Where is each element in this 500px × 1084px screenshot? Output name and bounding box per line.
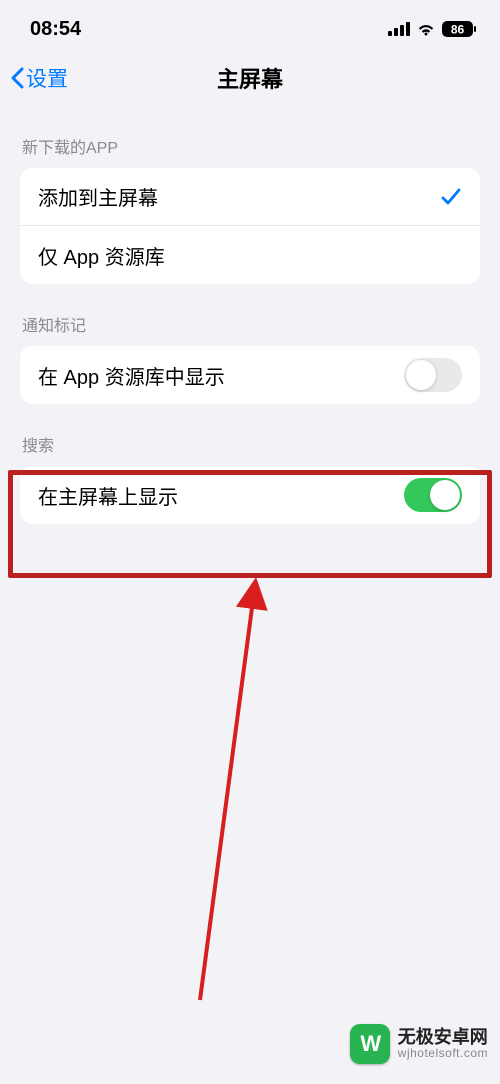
toggle-show-on-home[interactable] [404, 478, 462, 512]
watermark-title: 无极安卓网 [398, 1028, 488, 1048]
row-label: 仅 App 资源库 [38, 241, 165, 270]
row-show-on-home: 在主屏幕上显示 [20, 466, 480, 524]
watermark-text: 无极安卓网 wjhotelsoft.com [398, 1028, 488, 1061]
checkmark-icon [440, 186, 462, 208]
watermark-url: wjhotelsoft.com [398, 1047, 488, 1060]
row-label: 在主屏幕上显示 [38, 481, 178, 510]
section-badges: 通知标记 在 App 资源库中显示 [0, 312, 500, 404]
row-app-library-only[interactable]: 仅 App 资源库 [20, 226, 480, 284]
toggle-knob [430, 480, 460, 510]
watermark-logo: W [350, 1024, 390, 1064]
row-show-in-app-library: 在 App 资源库中显示 [20, 346, 480, 404]
row-add-to-home[interactable]: 添加到主屏幕 [20, 168, 480, 226]
status-bar: 08:54 86 [0, 0, 500, 50]
section-header-search: 搜索 [0, 432, 500, 466]
list-badges: 在 App 资源库中显示 [20, 346, 480, 404]
cellular-icon [388, 22, 410, 36]
section-new-apps: 新下载的APP 添加到主屏幕 仅 App 资源库 [0, 134, 500, 284]
page-title: 主屏幕 [217, 62, 283, 94]
list-search: 在主屏幕上显示 [20, 466, 480, 524]
back-label: 设置 [26, 63, 68, 93]
list-new-apps: 添加到主屏幕 仅 App 资源库 [20, 168, 480, 284]
toggle-show-in-app-library[interactable] [404, 358, 462, 392]
chevron-left-icon [10, 67, 24, 89]
status-time: 08:54 [30, 18, 81, 41]
section-header-badges: 通知标记 [0, 312, 500, 346]
row-label: 添加到主屏幕 [38, 182, 158, 211]
battery-icon: 86 [442, 21, 476, 37]
back-button[interactable]: 设置 [10, 63, 68, 93]
svg-text:86: 86 [451, 23, 465, 37]
section-search: 搜索 在主屏幕上显示 [0, 432, 500, 524]
watermark: W 无极安卓网 wjhotelsoft.com [350, 1024, 488, 1064]
nav-bar: 设置 主屏幕 [0, 50, 500, 106]
row-label: 在 App 资源库中显示 [38, 361, 225, 390]
wifi-icon [416, 22, 436, 36]
section-header-new-apps: 新下载的APP [0, 134, 500, 168]
toggle-knob [406, 360, 436, 390]
status-icons: 86 [388, 21, 476, 37]
